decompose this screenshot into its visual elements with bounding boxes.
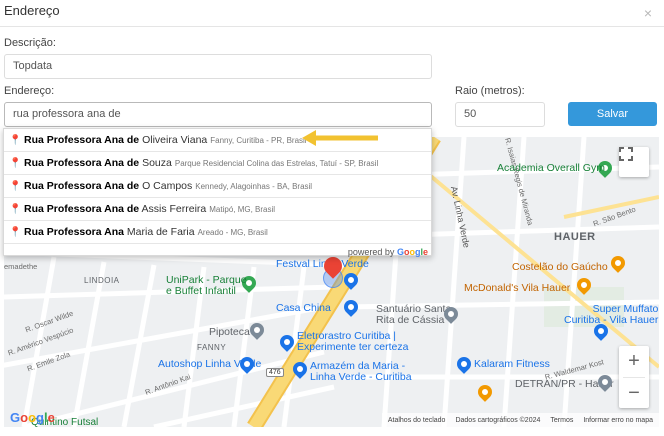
poi-costelao[interactable]: Costelão do Gaúcho <box>512 261 608 273</box>
poi-unipark[interactable]: UniPark - Parque e Buffet Infantil <box>166 275 247 297</box>
autocomplete-main: Rua Professora Ana Maria de Faria <box>24 226 195 238</box>
zoom-controls: + − <box>619 346 649 408</box>
poi-santuario[interactable]: Santuário Santa Rita de Cássia <box>376 304 451 326</box>
zoom-in-button[interactable]: + <box>619 346 649 377</box>
annotation-arrow-icon <box>302 130 378 146</box>
descricao-input[interactable]: Topdata <box>4 54 432 79</box>
autocomplete-main: Rua Professora Ana de Souza <box>24 157 172 169</box>
district-fanny: FANNY <box>197 343 227 352</box>
district-hauer: HAUER <box>554 231 596 243</box>
street-label: emadethe <box>4 262 38 271</box>
fullscreen-button[interactable] <box>619 147 649 177</box>
fullscreen-icon <box>619 147 633 161</box>
save-button[interactable]: Salvar <box>568 102 657 126</box>
endereco-label: Endereço: <box>4 85 55 97</box>
autocomplete-secondary: Parque Residencial Colina das Estrelas, … <box>174 158 379 168</box>
report-error-link[interactable]: Informar erro no mapa <box>583 417 653 424</box>
map-pin-icon: 📍 <box>9 180 22 192</box>
zoom-out-button[interactable]: − <box>619 378 649 409</box>
raio-label: Raio (metros): <box>455 85 525 97</box>
map-pin-icon: 📍 <box>9 203 22 215</box>
poi-armazem[interactable]: Armazém da Maria - Linha Verde - Curitib… <box>310 361 412 383</box>
map-pin-icon: 📍 <box>9 134 22 146</box>
poi-pipoteca[interactable]: Pipoteca <box>209 326 250 338</box>
poi-casa-china[interactable]: Casa China <box>276 302 331 314</box>
poi-kalaram[interactable]: Kalaram Fitness <box>474 358 550 370</box>
autocomplete-item[interactable]: 📍 Rua Professora Ana Maria de Faria Area… <box>4 221 431 244</box>
keyboard-shortcuts-link[interactable]: Atalhos do teclado <box>388 417 446 424</box>
poi-supermuffato[interactable]: Super Muffato Curitiba - Vila Hauer <box>564 304 658 326</box>
autocomplete-item[interactable]: 📍 Rua Professora Ana de Souza Parque Res… <box>4 152 431 175</box>
autocomplete-secondary: Kennedy, Alagoinhas - BA, Brasil <box>195 181 313 191</box>
poi-academia[interactable]: Academia Overall Gym <box>497 162 605 174</box>
autocomplete-secondary: Matipó, MG, Brasil <box>209 204 276 214</box>
descricao-label: Descrição: <box>4 37 56 49</box>
autocomplete-secondary: Areado - MG, Brasil <box>197 227 268 237</box>
autocomplete-secondary: Fanny, Curitiba - PR, Brasil <box>210 135 307 145</box>
district-lindoia: LINDOIA <box>84 276 120 285</box>
raio-input[interactable]: 50 <box>455 102 545 127</box>
close-icon[interactable]: × <box>644 5 652 21</box>
poi-mcdonalds[interactable]: McDonald's Vila Hauer <box>464 282 570 294</box>
map-pin-icon: 📍 <box>9 157 22 169</box>
poi-festval[interactable]: Festval Linha Verde <box>276 258 369 270</box>
terms-link[interactable]: Termos <box>550 417 573 424</box>
autocomplete-main: Rua Professora Ana de Oliveira Viana <box>24 134 208 146</box>
google-logo[interactable]: Google <box>10 410 55 425</box>
road-shield: 476 <box>266 368 284 377</box>
autocomplete-item[interactable]: 📍 Rua Professora Ana de Assis Ferreira M… <box>4 198 431 221</box>
modal-title: Endereço <box>4 3 60 18</box>
poi-eletrorastro[interactable]: Eletrorastro Curitiba | Experimente ter … <box>297 331 408 353</box>
autocomplete-item[interactable]: 📍 Rua Professora Ana de O Campos Kennedy… <box>4 175 431 198</box>
endereco-input[interactable]: rua professora ana de <box>4 102 432 127</box>
autocomplete-main: Rua Professora Ana de O Campos <box>24 180 193 192</box>
autocomplete-main: Rua Professora Ana de Assis Ferreira <box>24 203 207 215</box>
modal-header: Endereço × <box>0 0 664 27</box>
map-data-text: Dados cartográficos ©2024 <box>455 416 541 424</box>
map-attribution: Atalhos do teclado Dados cartográficos ©… <box>381 413 659 427</box>
map-pin-icon: 📍 <box>9 226 22 238</box>
powered-by-google: powered by Google <box>347 247 428 257</box>
